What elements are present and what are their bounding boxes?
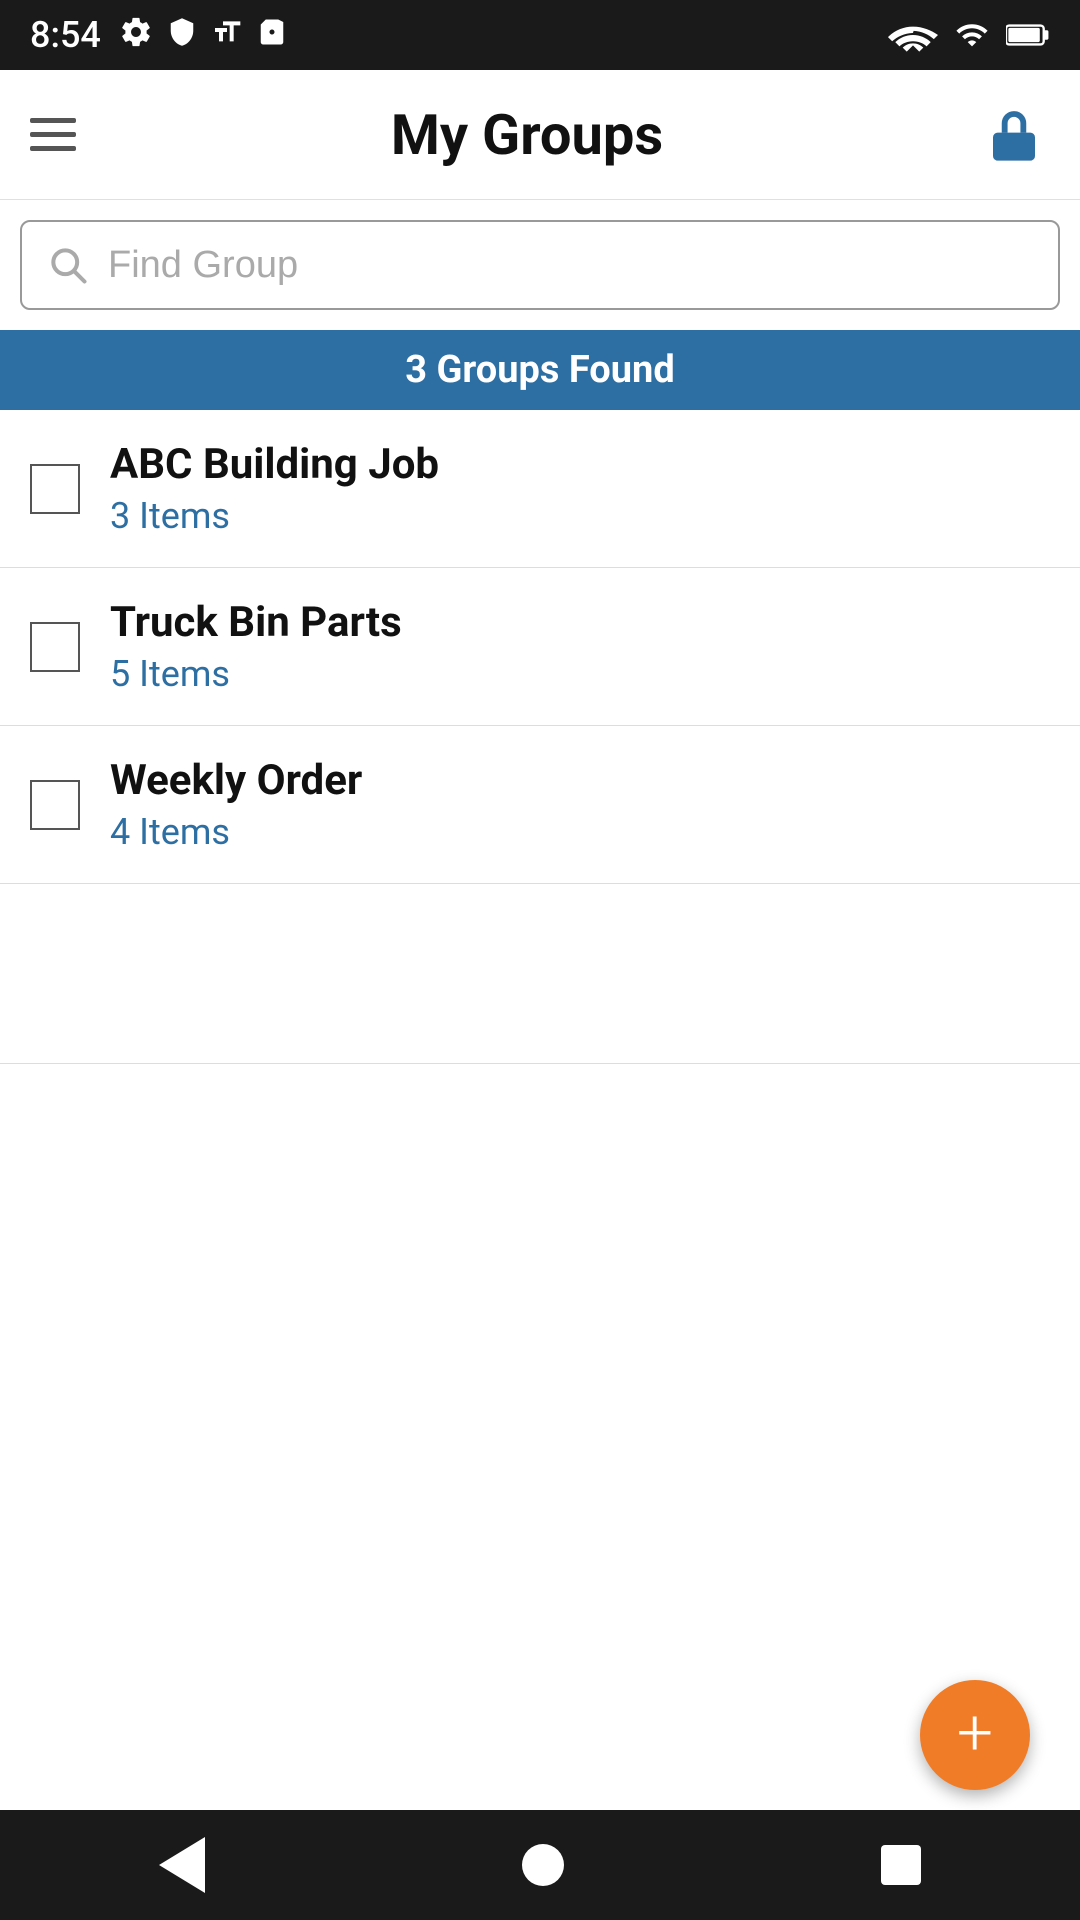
group-name: Weekly Order bbox=[110, 756, 362, 805]
sim-icon bbox=[257, 15, 287, 56]
recent-apps-button[interactable] bbox=[881, 1845, 921, 1885]
list-item[interactable]: Truck Bin Parts 5 Items bbox=[0, 568, 1080, 726]
lock-button[interactable] bbox=[978, 99, 1050, 171]
empty-area bbox=[0, 884, 1080, 1064]
status-bar-right bbox=[888, 18, 1050, 52]
list-item[interactable]: Weekly Order 4 Items bbox=[0, 726, 1080, 884]
battery-icon bbox=[1006, 18, 1050, 52]
add-group-button[interactable]: + bbox=[920, 1680, 1030, 1790]
font-icon bbox=[211, 15, 243, 56]
header: My Groups bbox=[0, 70, 1080, 200]
group-name: ABC Building Job bbox=[110, 440, 439, 489]
recent-icon bbox=[881, 1845, 921, 1885]
list-item[interactable]: ABC Building Job 3 Items bbox=[0, 410, 1080, 568]
group-list: ABC Building Job 3 Items Truck Bin Parts… bbox=[0, 410, 1080, 1064]
group-checkbox-3[interactable] bbox=[30, 780, 80, 830]
results-banner: 3 Groups Found bbox=[0, 330, 1080, 410]
lock-icon bbox=[986, 107, 1042, 163]
group-item-count: 5 Items bbox=[110, 653, 402, 695]
search-container bbox=[0, 200, 1080, 330]
status-time: 8:54 bbox=[30, 14, 101, 56]
group-checkbox-1[interactable] bbox=[30, 464, 80, 514]
home-button[interactable] bbox=[522, 1844, 564, 1886]
home-icon bbox=[522, 1844, 564, 1886]
search-box bbox=[20, 220, 1060, 310]
page-title: My Groups bbox=[391, 102, 663, 168]
wifi-icon bbox=[888, 18, 938, 52]
menu-button[interactable] bbox=[30, 118, 76, 151]
shield-icon bbox=[167, 15, 197, 56]
gear-icon bbox=[119, 15, 153, 56]
back-icon bbox=[159, 1837, 205, 1893]
group-item-count: 3 Items bbox=[110, 495, 439, 537]
add-icon: + bbox=[957, 1701, 993, 1765]
status-bar: 8:54 bbox=[0, 0, 1080, 70]
group-name: Truck Bin Parts bbox=[110, 598, 402, 647]
results-count: 3 Groups Found bbox=[405, 348, 674, 392]
search-icon bbox=[46, 243, 90, 287]
search-input[interactable] bbox=[108, 244, 1034, 287]
group-checkbox-2[interactable] bbox=[30, 622, 80, 672]
bottom-navigation bbox=[0, 1810, 1080, 1920]
signal-icon bbox=[954, 18, 990, 52]
group-item-count: 4 Items bbox=[110, 811, 362, 853]
back-button[interactable] bbox=[159, 1837, 205, 1893]
